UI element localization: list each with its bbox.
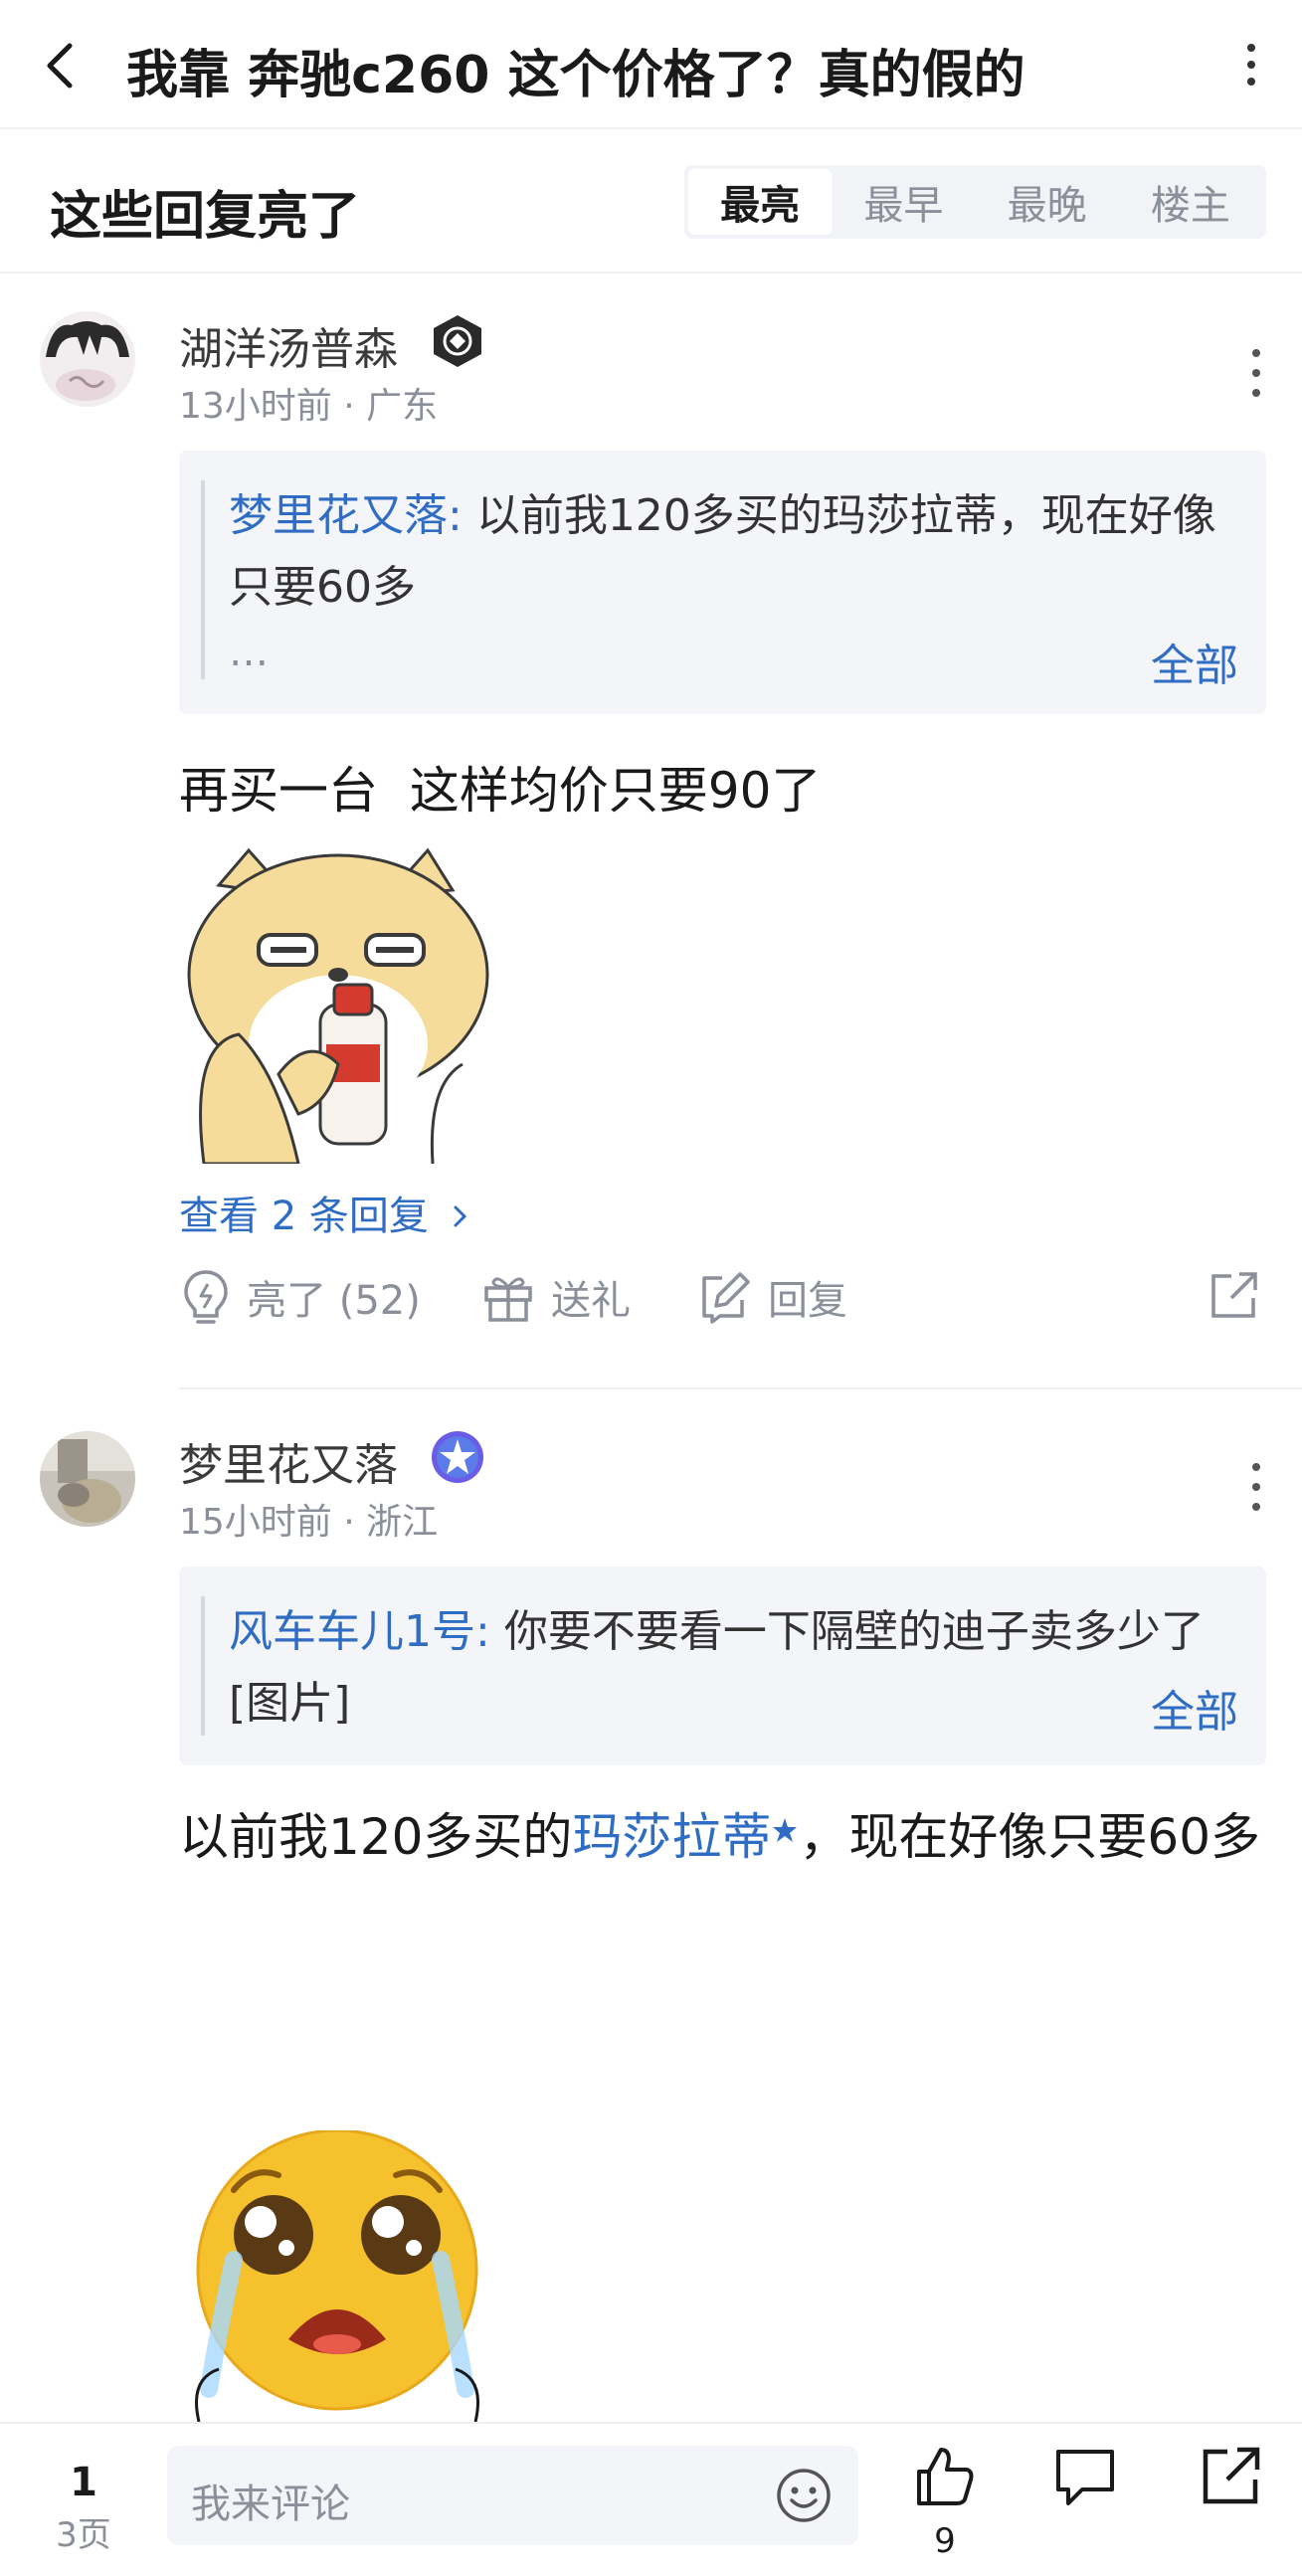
comment-more-button[interactable] [1241,345,1271,401]
user-badge-icon [430,1429,485,1485]
back-button[interactable] [38,38,82,93]
keyword-link[interactable]: 玛莎拉蒂 [572,1808,771,1866]
sort-tabs: 最亮 最早 最晚 楼主 [684,165,1266,239]
username[interactable]: 梦里花又落 [179,1429,398,1493]
username[interactable]: 湖洋汤普森 [179,313,398,377]
quote-text: 风车车儿1号: 你要不要看一下隔壁的迪子卖多少了[图片] [229,1596,1223,1740]
chevron-right-icon [454,1205,466,1227]
comment-item: 梦里花又落 15小时前 · 浙江 风车车儿1号: 你要不要看一下隔壁的迪子卖多少… [0,1389,1302,2424]
share-icon [1211,1272,1257,1318]
thumbs-up-icon [917,2448,974,2505]
avatar[interactable] [40,311,135,407]
page-total[interactable]: 3页 [50,2507,117,2556]
comment-body-text: ，现在好像只要60多 [799,1808,1261,1866]
page-current[interactable]: 1 [50,2460,117,2505]
post-like-count: 9 [934,2521,956,2561]
comment-body: 再买一台 这样均价只要90了 [179,762,822,820]
like-button[interactable]: 亮了 (52) [181,1268,421,1326]
post-comment-button[interactable] [1052,2446,1118,2513]
post-title: 我靠 奔驰c260 这个价格了？真的假的 [126,46,1025,105]
view-replies-label: 查看 2 条回复 [179,1194,429,1239]
comment-icon [1056,2450,1114,2505]
quote-bar [201,480,205,679]
quote-author[interactable]: 风车车儿1号: [229,1606,490,1657]
more-menu-button[interactable] [1233,40,1269,90]
comment-item: 湖洋汤普森 13小时前 · 广东 梦里花又落: 以前我120多买的玛莎拉蒂，现在… [0,274,1302,1387]
section-title: 这些回复亮了 [50,187,361,247]
comment-meta: 15小时前 · 浙江 [179,1502,439,1543]
comment-input-placeholder: 我来评论 [191,2482,350,2527]
quote-expand-link[interactable]: 全部 [1151,1676,1238,1740]
comment-input[interactable]: 我来评论 [167,2446,858,2545]
tab-op[interactable]: 楼主 [1119,169,1262,235]
quote-expand-link[interactable]: 全部 [1151,630,1238,693]
post-share-button[interactable] [1198,2444,1263,2513]
bottom-bar: 1 3页 我来评论 9 [0,2422,1302,2576]
quoted-reply[interactable]: 风车车儿1号: 你要不要看一下隔壁的迪子卖多少了[图片] 全部 [179,1566,1266,1765]
quote-author[interactable]: 梦里花又落: [229,490,463,541]
share-button[interactable] [1206,1268,1277,1324]
sticker-image[interactable] [179,2128,495,2423]
avatar[interactable] [40,1431,135,1527]
emoji-icon [777,2469,831,2522]
like-label: 亮了 (52) [247,1278,421,1324]
more-vertical-icon [1252,1463,1260,1511]
gift-label: 送礼 [551,1278,631,1324]
sticker-image[interactable] [179,845,491,1166]
gift-icon [484,1277,532,1322]
quoted-reply[interactable]: 梦里花又落: 以前我120多买的玛莎拉蒂，现在好像只要60多 … 全部 [179,451,1266,714]
comment-more-button[interactable] [1241,1459,1271,1515]
emoji-button[interactable] [774,2466,834,2525]
reply-button[interactable]: 回复 [696,1268,847,1326]
sparkle-icon [773,1818,798,1842]
edit-icon [702,1272,750,1324]
comment-body: 以前我120多买的玛莎拉蒂 ，现在好像只要60多 [179,1797,1266,1877]
more-vertical-icon [1247,44,1255,86]
lightbulb-icon [184,1270,228,1324]
highlight-replies-header: 这些回复亮了 最亮 最早 最晚 楼主 [0,129,1302,274]
share-icon [1203,2447,1260,2504]
comment-body-text: 以前我120多买的 [179,1808,573,1866]
gift-button[interactable]: 送礼 [481,1268,631,1326]
comment-meta: 13小时前 · 广东 [179,386,439,427]
tab-latest[interactable]: 最晚 [976,169,1119,235]
reply-label: 回复 [768,1278,847,1324]
quote-ellipsis: … [229,630,269,675]
quote-text: 梦里花又落: 以前我120多买的玛莎拉蒂，现在好像只要60多 [229,480,1223,624]
quote-bar [201,1596,205,1736]
top-bar: 我靠 奔驰c260 这个价格了？真的假的 [0,0,1302,129]
more-vertical-icon [1252,349,1260,397]
tab-earliest[interactable]: 最早 [832,169,975,235]
chevron-left-icon [47,43,73,89]
user-badge-icon [430,313,485,369]
post-like-button[interactable] [911,2444,977,2513]
view-replies-link[interactable]: 查看 2 条回复 [179,1184,471,1241]
tab-brightest[interactable]: 最亮 [688,169,833,235]
